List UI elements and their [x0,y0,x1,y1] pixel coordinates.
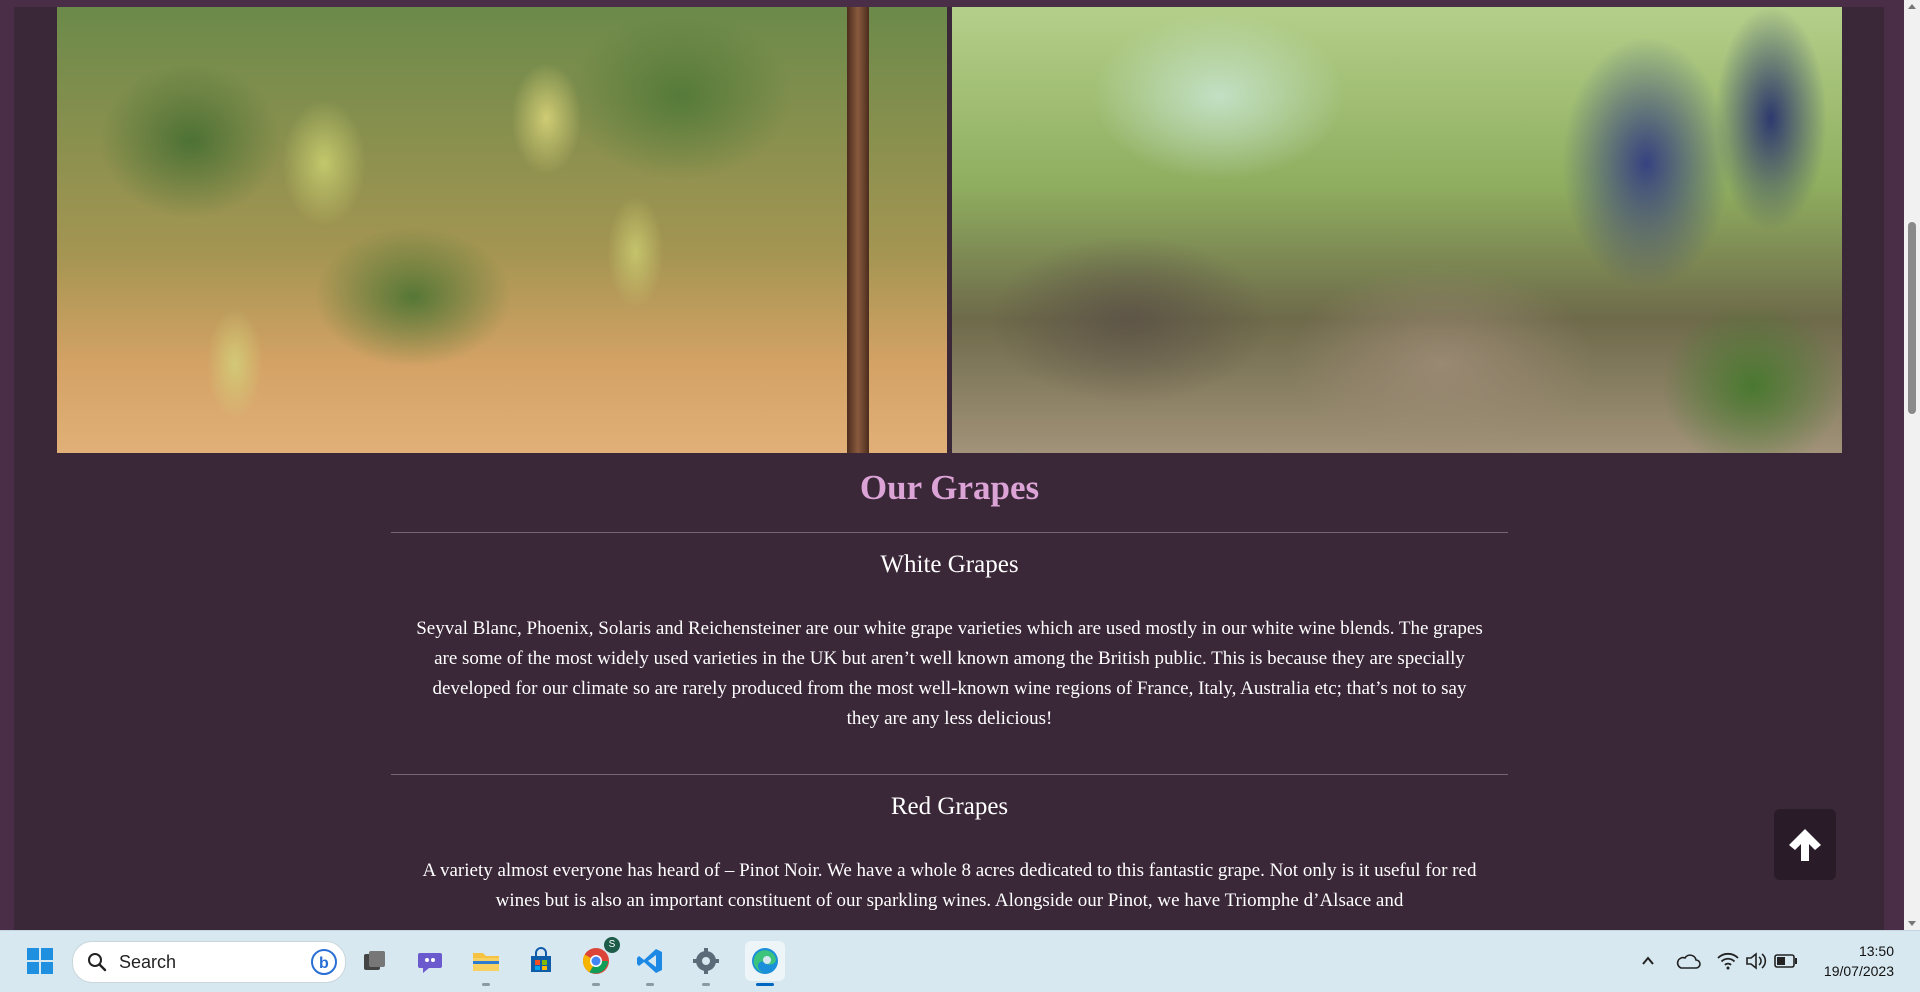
windows-start-icon[interactable] [24,945,56,977]
hero-images [57,7,1842,453]
show-hidden-icons-chevron-up-icon[interactable] [1632,945,1664,977]
system-clock[interactable]: 13:50 19/07/2023 [1824,941,1894,981]
grapes-section: Our Grapes White Grapes Seyval Blanc, Ph… [391,453,1508,916]
search-label: Search [119,952,177,972]
vertical-scrollbar[interactable] [1904,0,1920,930]
vscode-icon[interactable] [634,945,666,977]
divider [391,774,1508,775]
scrollbar-thumb[interactable] [1908,222,1916,414]
divider [391,532,1508,533]
scroll-down-arrow-icon[interactable] [1908,921,1916,926]
section-title: Our Grapes [859,468,1040,507]
active-app-indicator [756,983,774,986]
browser-page: Our Grapes White Grapes Seyval Blanc, Ph… [0,0,1904,930]
onedrive-cloud-icon[interactable] [1672,945,1704,977]
search-icon [88,953,107,972]
running-indicator [702,983,710,986]
battery-icon[interactable] [1770,945,1802,977]
red-grapes-text: A variety almost everyone has heard of –… [422,860,1477,911]
clock-time: 13:50 [1858,943,1894,959]
red-grapes-heading: Red Grapes [890,793,1009,820]
page-border-right [1884,0,1904,930]
svg-text:b: b [319,955,329,972]
taskbar: Search b S 13:50 19/07/2023 [0,930,1920,992]
task-view-icon[interactable] [358,945,390,977]
white-grapes-image [57,7,947,453]
chrome-icon[interactable]: S [580,937,620,977]
file-explorer-icon[interactable] [470,945,502,977]
clock-date: 19/07/2023 [1823,963,1894,979]
arrow-up-icon [1789,828,1821,861]
running-indicator [482,983,490,986]
header-strip [0,0,1904,7]
red-grapes-image [952,7,1842,453]
taskbar-search-box[interactable]: Search b [72,941,346,983]
vine-trunk [847,7,869,453]
scroll-up-arrow-icon[interactable] [1908,4,1916,9]
white-grapes-text: Seyval Blanc, Phoenix, Solaris and Reich… [416,618,1483,729]
running-indicator [646,983,654,986]
bing-icon: b [311,949,337,975]
white-grapes-heading: White Grapes [880,551,1019,578]
page-border-left [0,0,14,930]
chrome-profile-badge: S [604,937,620,953]
volume-icon[interactable] [1740,945,1772,977]
chat-icon[interactable] [414,945,446,977]
microsoft-store-icon[interactable] [525,945,557,977]
scroll-to-top-button[interactable] [1774,809,1836,880]
edge-browser-icon[interactable] [745,941,785,981]
settings-gear-icon[interactable] [690,945,722,977]
running-indicator [592,983,600,986]
